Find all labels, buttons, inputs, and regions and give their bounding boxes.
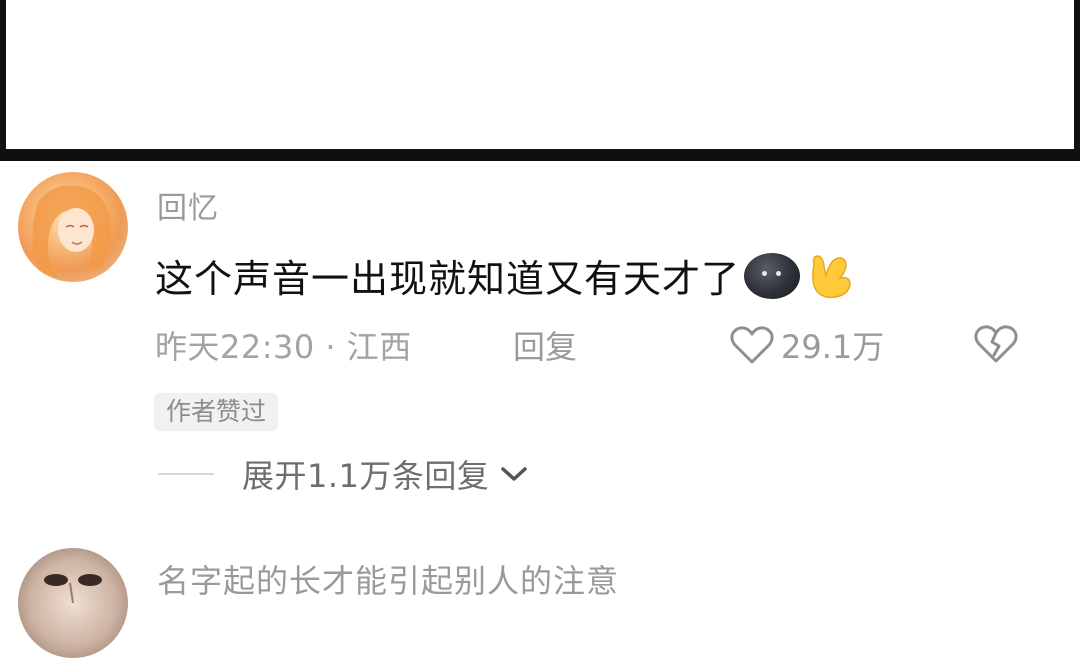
like-count: 29.1万 <box>781 328 885 366</box>
chevron-down-icon <box>501 467 528 481</box>
reply-button[interactable]: 回复 <box>513 322 577 368</box>
comment-text: 这个声音一出现就知道又有天才了 <box>155 248 854 303</box>
broken-heart-icon[interactable] <box>973 324 1019 364</box>
avatar-illustration-icon <box>32 185 112 277</box>
yellow-hand-emoji-icon <box>812 254 851 298</box>
expand-replies-button[interactable]: 展开1.1万条回复 <box>158 452 531 496</box>
dark-face-emoji-icon <box>744 252 801 299</box>
expand-replies-label: 展开1.1万条回复 <box>242 457 490 495</box>
avatar[interactable] <box>18 548 128 658</box>
comment-username[interactable]: 回忆 <box>157 183 219 227</box>
heart-outline-icon <box>730 326 774 364</box>
like-button[interactable]: 29.1万 <box>729 322 884 368</box>
video-bottom-border <box>0 149 1080 161</box>
avatar[interactable] <box>18 172 128 282</box>
comment-username[interactable]: 名字起的长才能引起别人的注意 <box>157 556 619 602</box>
divider-line <box>158 473 214 475</box>
author-liked-badge: 作者赞过 <box>154 393 279 431</box>
comment-time-location: 昨天22:30 · 江西 <box>155 328 412 366</box>
video-player-area[interactable] <box>0 0 1080 150</box>
avatar-face-icon <box>44 574 102 604</box>
comment-body: 这个声音一出现就知道又有天才了 <box>155 257 741 301</box>
comment-meta-row: 昨天22:30 · 江西 回复 29.1万 <box>155 322 1035 366</box>
